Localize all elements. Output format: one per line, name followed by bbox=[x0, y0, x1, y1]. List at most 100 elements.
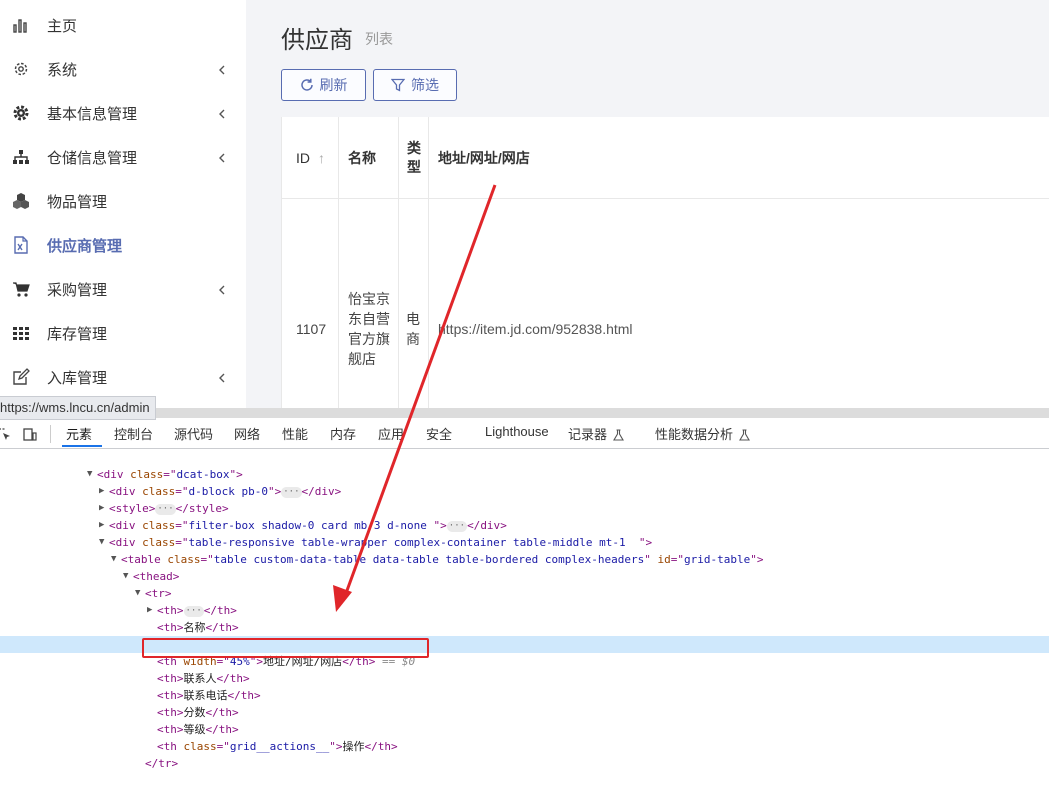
devtools-tab-performance-insights[interactable]: 性能数据分析 bbox=[655, 424, 750, 443]
annotation-highlight-box bbox=[142, 638, 429, 658]
sidebar-item-label: 基本信息管理 bbox=[47, 105, 138, 123]
main-content: 供应商 列表 刷新 筛选 ID ↑ 名称 类 型 地址/网址/网店 1107 怡… bbox=[246, 0, 1049, 408]
column-header-label: 地址/网址/网店 bbox=[438, 149, 530, 166]
dom-node[interactable]: ▼ <div class="dcat-box"> bbox=[0, 449, 1049, 481]
dom-node[interactable]: ▼ <thead> bbox=[0, 551, 1049, 583]
dom-node[interactable]: </tr> bbox=[0, 738, 1049, 770]
column-header-address: 地址/网址/网店 bbox=[429, 117, 1049, 199]
devtools-panel: 元素 控制台 源代码 网络 性能 内存 应用 安全 Lighthouse 记录器… bbox=[0, 408, 1049, 770]
dom-node[interactable]: ▶ <th> ··· </th> bbox=[0, 585, 1049, 617]
sidebar-item-system[interactable]: 系统 bbox=[0, 47, 246, 91]
sidebar-item-purchase[interactable]: 采购管理 bbox=[0, 267, 246, 311]
tag-name: tr bbox=[158, 757, 172, 770]
refresh-button[interactable]: 刷新 bbox=[281, 69, 366, 101]
edit-icon bbox=[11, 367, 31, 387]
dom-node[interactable]: <th>等级</th> bbox=[0, 704, 1049, 736]
dom-node[interactable]: ▼ <table class="table custom-data-table d… bbox=[0, 534, 1049, 566]
devtools-tab-console[interactable]: 控制台 bbox=[114, 424, 153, 443]
table-cell-name: 怡宝京 东自营 官方旗 舰店 bbox=[339, 199, 399, 408]
shopping-cart-icon bbox=[11, 279, 31, 299]
sidebar-item-label: 物品管理 bbox=[47, 193, 108, 211]
column-header-label: 名称 bbox=[348, 149, 376, 166]
devtools-tab-sources[interactable]: 源代码 bbox=[174, 424, 213, 443]
dom-node[interactable]: <th>联系电话</th> bbox=[0, 670, 1049, 702]
dom-node[interactable]: <th class="grid__actions__">操作</th> bbox=[0, 721, 1049, 753]
filter-icon bbox=[391, 78, 405, 92]
devtools-tab-network[interactable]: 网络 bbox=[234, 424, 260, 443]
refresh-button-label: 刷新 bbox=[319, 77, 348, 93]
sitemap-icon bbox=[11, 147, 31, 167]
dom-node[interactable]: <th>分数</th> bbox=[0, 687, 1049, 719]
sidebar-item-label: 库存管理 bbox=[47, 325, 108, 343]
page-title: 供应商 bbox=[281, 27, 353, 54]
sidebar: 主页 系统 基本信息管理 仓储信息管理 物品管理 供应商管理 采购管理 库存管理… bbox=[0, 0, 246, 408]
inspect-element-icon[interactable] bbox=[0, 427, 11, 441]
devtools-tab-performance[interactable]: 性能 bbox=[282, 424, 308, 443]
sidebar-item-label: 系统 bbox=[47, 61, 78, 79]
supplier-table: ID ↑ 名称 类 型 地址/网址/网店 1107 怡宝京 东自营 官方旗 舰店… bbox=[281, 117, 1049, 408]
filter-button[interactable]: 筛选 bbox=[373, 69, 457, 101]
address-link[interactable]: https://item.jd.com/952838.html bbox=[438, 321, 633, 337]
table-cell-type: 电 商 bbox=[399, 199, 429, 408]
column-header-type: 类 型 bbox=[399, 117, 429, 199]
sidebar-item-stock-in[interactable]: 入库管理 bbox=[0, 355, 246, 399]
cell-value-line: 电 bbox=[406, 311, 420, 327]
column-header-label-line: 型 bbox=[407, 158, 421, 175]
dom-tree: ▼ <div class="dcat-box"> ▶ <div class="d-b… bbox=[0, 449, 1049, 770]
chevron-left-icon bbox=[216, 107, 228, 119]
active-tab-underline bbox=[62, 445, 102, 447]
grid-icon bbox=[11, 323, 31, 343]
page-subtitle: 列表 bbox=[365, 31, 393, 47]
devtools-tab-bar: 元素 控制台 源代码 网络 性能 内存 应用 安全 Lighthouse 记录器… bbox=[0, 418, 1049, 449]
devtools-tab-recorder[interactable]: 记录器 bbox=[568, 424, 624, 443]
refresh-icon bbox=[300, 78, 313, 91]
dom-node[interactable]: ▶ <div class="d-block pb-0"> ··· </div> bbox=[0, 466, 1049, 498]
table-cell-address: https://item.jd.com/952838.html bbox=[429, 199, 1049, 408]
devtools-tab-application[interactable]: 应用 bbox=[378, 424, 404, 443]
filter-button-label: 筛选 bbox=[411, 77, 439, 93]
devtools-tab-security[interactable]: 安全 bbox=[426, 424, 452, 443]
status-url-tooltip: https://wms.lncu.cn/admin bbox=[0, 396, 156, 420]
dom-node[interactable]: ▼ <tr> bbox=[0, 568, 1049, 600]
device-toolbar-icon[interactable] bbox=[23, 427, 37, 441]
gear-icon bbox=[11, 103, 31, 123]
sidebar-item-label: 入库管理 bbox=[47, 369, 108, 387]
dom-node[interactable]: ▶ <div class="filter-box shadow-0 card mb… bbox=[0, 500, 1049, 532]
sidebar-item-inventory[interactable]: 库存管理 bbox=[0, 311, 246, 355]
flask-icon bbox=[739, 429, 750, 441]
sidebar-item-goods[interactable]: 物品管理 bbox=[0, 179, 246, 223]
chevron-left-icon bbox=[216, 283, 228, 295]
dom-node[interactable]: <th>类型</th> bbox=[0, 619, 1049, 651]
app-viewport: 主页 系统 基本信息管理 仓储信息管理 物品管理 供应商管理 采购管理 库存管理… bbox=[0, 0, 1049, 408]
chevron-left-icon bbox=[216, 151, 228, 163]
devtools-tab-lighthouse[interactable]: Lighthouse bbox=[485, 424, 549, 439]
excel-file-icon bbox=[11, 235, 31, 255]
sidebar-item-label: 供应商管理 bbox=[47, 237, 123, 255]
dom-node[interactable]: <th>名称</th> bbox=[0, 602, 1049, 634]
sidebar-item-home[interactable]: 主页 bbox=[0, 3, 246, 47]
sidebar-item-warehouse-info[interactable]: 仓储信息管理 bbox=[0, 135, 246, 179]
chevron-left-icon bbox=[216, 63, 228, 75]
dom-node[interactable]: ▼ <div class="table-responsive table-wrap… bbox=[0, 517, 1049, 549]
column-header-label-line: 类 bbox=[407, 139, 421, 156]
devtools-resize-bar[interactable] bbox=[0, 408, 1049, 418]
tab-label: 记录器 bbox=[568, 427, 608, 442]
cell-value-line: 官方旗 bbox=[348, 331, 390, 347]
sidebar-item-basic-info[interactable]: 基本信息管理 bbox=[0, 91, 246, 135]
sort-arrow-icon[interactable]: ↑ bbox=[318, 150, 325, 166]
tab-label: 性能数据分析 bbox=[655, 427, 734, 442]
devtools-tab-memory[interactable]: 内存 bbox=[330, 424, 356, 443]
cell-value-line: 舰店 bbox=[348, 351, 376, 367]
sidebar-item-supplier[interactable]: 供应商管理 bbox=[0, 223, 246, 267]
devtools-tab-elements[interactable]: 元素 bbox=[66, 424, 92, 443]
table-cell-id: 1107 bbox=[282, 199, 339, 408]
dom-node[interactable]: ▶ <style> ··· </style> bbox=[0, 483, 1049, 515]
bar-chart-icon bbox=[11, 15, 31, 35]
cell-value-line: 商 bbox=[406, 331, 420, 347]
cubes-icon bbox=[11, 191, 31, 211]
column-header-name: 名称 bbox=[339, 117, 399, 199]
sidebar-item-label: 主页 bbox=[47, 17, 78, 35]
cell-value-line: 怡宝京 bbox=[348, 291, 390, 307]
column-header-id[interactable]: ID ↑ bbox=[282, 117, 339, 199]
sidebar-item-label: 采购管理 bbox=[47, 281, 108, 299]
